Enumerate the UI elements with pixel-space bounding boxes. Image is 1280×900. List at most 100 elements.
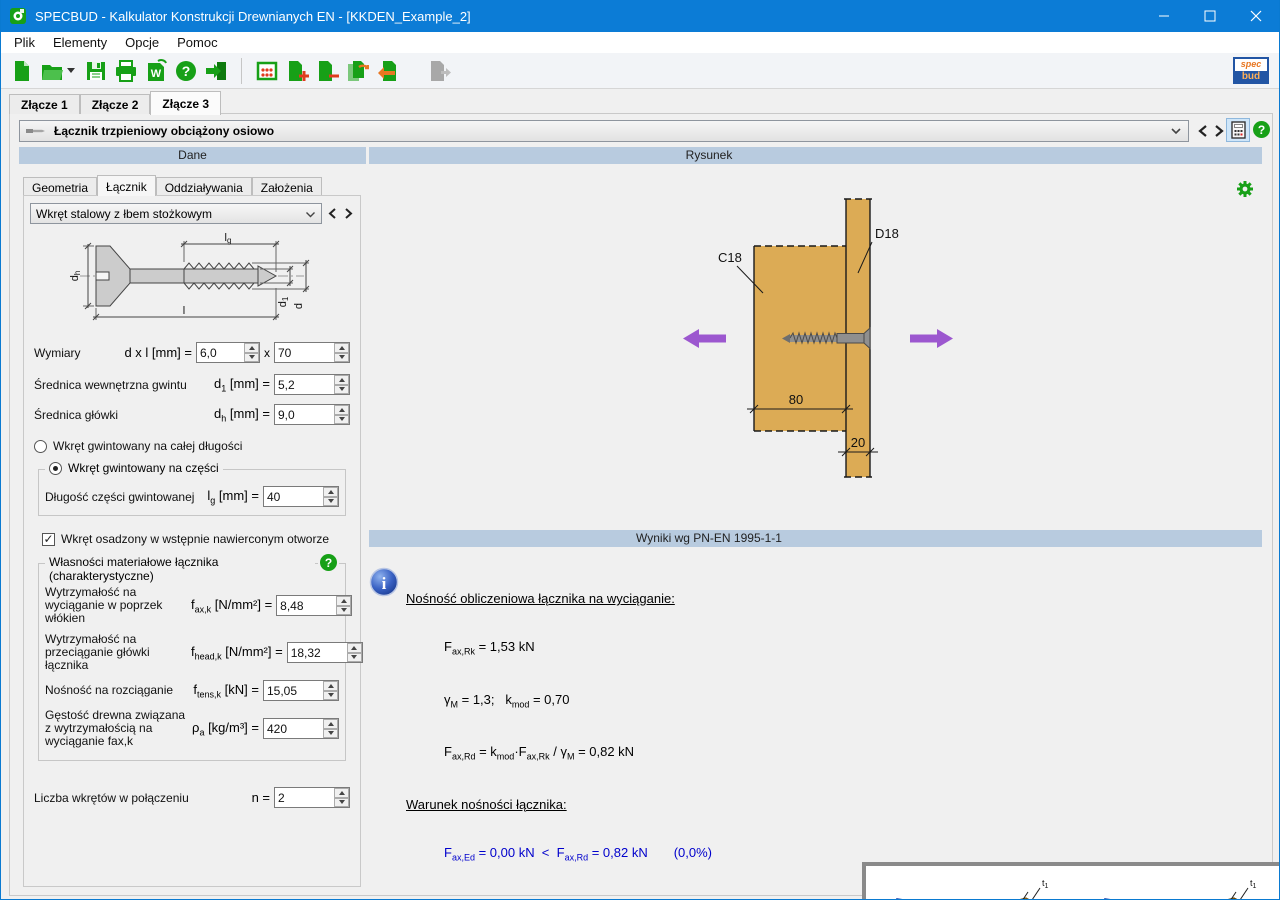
ftens-spinner (263, 680, 339, 701)
toolbar-separator (241, 58, 242, 84)
dh-spinner (274, 404, 350, 425)
spinner-up[interactable] (323, 681, 338, 691)
print-button[interactable] (111, 56, 141, 86)
svg-text:d: d (293, 303, 305, 309)
next-screw-button[interactable] (342, 206, 354, 222)
menu-elementy[interactable]: Elementy (44, 33, 116, 52)
spinner-up[interactable] (244, 343, 259, 353)
spinner-up[interactable] (334, 788, 349, 798)
spinner-up[interactable] (323, 719, 338, 729)
import-element-button[interactable] (372, 56, 402, 86)
fastener-page: Wkręt stalowy z łbem stożkowym (23, 195, 361, 887)
toolbar: W ? spec bud (1, 53, 1279, 89)
d1-input[interactable] (275, 375, 334, 394)
spinner-up[interactable] (334, 343, 349, 353)
minimize-button[interactable] (1141, 0, 1187, 32)
calculator-icon (1231, 121, 1246, 139)
fhead-symbol: fhead,k [N/mm²] = (191, 644, 283, 662)
x-separator: x (264, 346, 270, 360)
new-file-button[interactable] (7, 56, 37, 86)
fhead-input[interactable] (288, 643, 347, 662)
next-connector-button[interactable] (1212, 122, 1226, 140)
count-input[interactable] (275, 788, 334, 807)
screw-type-select[interactable]: Wkręt stalowy z łbem stożkowym (30, 203, 322, 224)
dh-input[interactable] (275, 405, 334, 424)
connection-scheme-panel[interactable]: t1 t2 t1 ts (862, 862, 1280, 900)
l-input[interactable] (275, 343, 334, 362)
count-spinner (274, 787, 350, 808)
spinner-down[interactable] (334, 385, 349, 395)
lg-spinner (263, 486, 339, 507)
fax-label: Wytrzymałość na wyciąganie w poprzek włó… (45, 586, 191, 625)
tab-zalozenia[interactable]: Założenia (252, 177, 322, 195)
d-input[interactable] (197, 343, 244, 362)
menu-opcje[interactable]: Opcje (116, 33, 168, 52)
tab-lacznik[interactable]: Łącznik (97, 175, 156, 196)
ftens-input[interactable] (264, 681, 323, 700)
spinner-up[interactable] (334, 405, 349, 415)
material-help-button[interactable]: ? (318, 554, 339, 571)
radio-full-thread-label: Wkręt gwintowany na całej długości (53, 439, 242, 453)
spinner-down[interactable] (334, 415, 349, 425)
exit-icon (204, 59, 228, 83)
spinner-up[interactable] (334, 375, 349, 385)
connector-type-select[interactable]: Łącznik trzpieniowy obciążony osiowo (19, 120, 1189, 142)
element-list-button[interactable] (252, 56, 282, 86)
radio-partial-thread[interactable] (49, 462, 62, 475)
d1-spinner (274, 374, 350, 395)
open-menu-caret-icon[interactable] (67, 68, 75, 73)
tab-zlacze-1[interactable]: Złącze 1 (9, 94, 80, 114)
density-spinner (263, 718, 339, 739)
export-word-button[interactable]: W (141, 56, 171, 86)
menu-plik[interactable]: Plik (5, 33, 44, 52)
results-block: i Nośność obliczeniowa łącznika na wycią… (369, 559, 1249, 897)
drawing-section-header: Rysunek (369, 147, 1262, 164)
prev-connector-button[interactable] (1196, 122, 1210, 140)
left-force-arrow (683, 329, 726, 348)
next-element-icon (427, 59, 451, 83)
chevron-down-icon (305, 207, 316, 221)
help-button[interactable]: ? (171, 56, 201, 86)
density-input[interactable] (264, 719, 323, 738)
prev-screw-button[interactable] (326, 206, 338, 222)
add-element-button[interactable] (282, 56, 312, 86)
next-element-button-disabled (424, 56, 454, 86)
spinner-down[interactable] (334, 353, 349, 363)
copy-element-button[interactable] (342, 56, 372, 86)
close-button[interactable] (1233, 0, 1279, 32)
spinner-down[interactable] (244, 353, 259, 363)
add-element-icon (285, 59, 309, 83)
open-file-button[interactable] (37, 56, 67, 86)
spinner-down[interactable] (347, 653, 362, 663)
spinner-up[interactable] (323, 487, 338, 497)
tab-geometria[interactable]: Geometria (23, 177, 97, 195)
timber-timber-scheme: t1 t2 (866, 868, 1066, 900)
remove-element-button[interactable] (312, 56, 342, 86)
lg-input[interactable] (264, 487, 323, 506)
tab-oddzialywania[interactable]: Oddziaływania (156, 177, 252, 195)
spinner-down[interactable] (323, 497, 338, 507)
save-button[interactable] (81, 56, 111, 86)
exit-button[interactable] (201, 56, 231, 86)
screw-diagram: dh lg l d1 (62, 232, 322, 328)
spinner-down[interactable] (334, 798, 349, 808)
fhead-label: Wytrzymałość na przeciąganie główki łącz… (45, 633, 191, 672)
radio-full-thread[interactable] (34, 440, 47, 453)
logo-bud: bud (1235, 71, 1267, 83)
maximize-button[interactable] (1187, 0, 1233, 32)
l-spinner (274, 342, 350, 363)
tab-zlacze-2[interactable]: Złącze 2 (80, 94, 151, 114)
spinner-down[interactable] (323, 729, 338, 739)
predrilled-checkbox[interactable]: ✓ (42, 533, 55, 546)
spinner-up[interactable] (336, 596, 351, 606)
info-icon: i (369, 567, 399, 602)
spinner-up[interactable] (347, 643, 362, 653)
connector-help-button[interactable]: ? (1253, 121, 1270, 138)
spinner-down[interactable] (336, 606, 351, 616)
spinner-down[interactable] (323, 691, 338, 701)
results-heading-1: Nośność obliczeniowa łącznika na wyciąga… (406, 591, 1249, 607)
fax-input[interactable] (277, 596, 336, 615)
calculator-toggle-button[interactable] (1226, 118, 1250, 142)
tab-zlacze-3[interactable]: Złącze 3 (150, 91, 221, 115)
menu-pomoc[interactable]: Pomoc (168, 33, 226, 52)
